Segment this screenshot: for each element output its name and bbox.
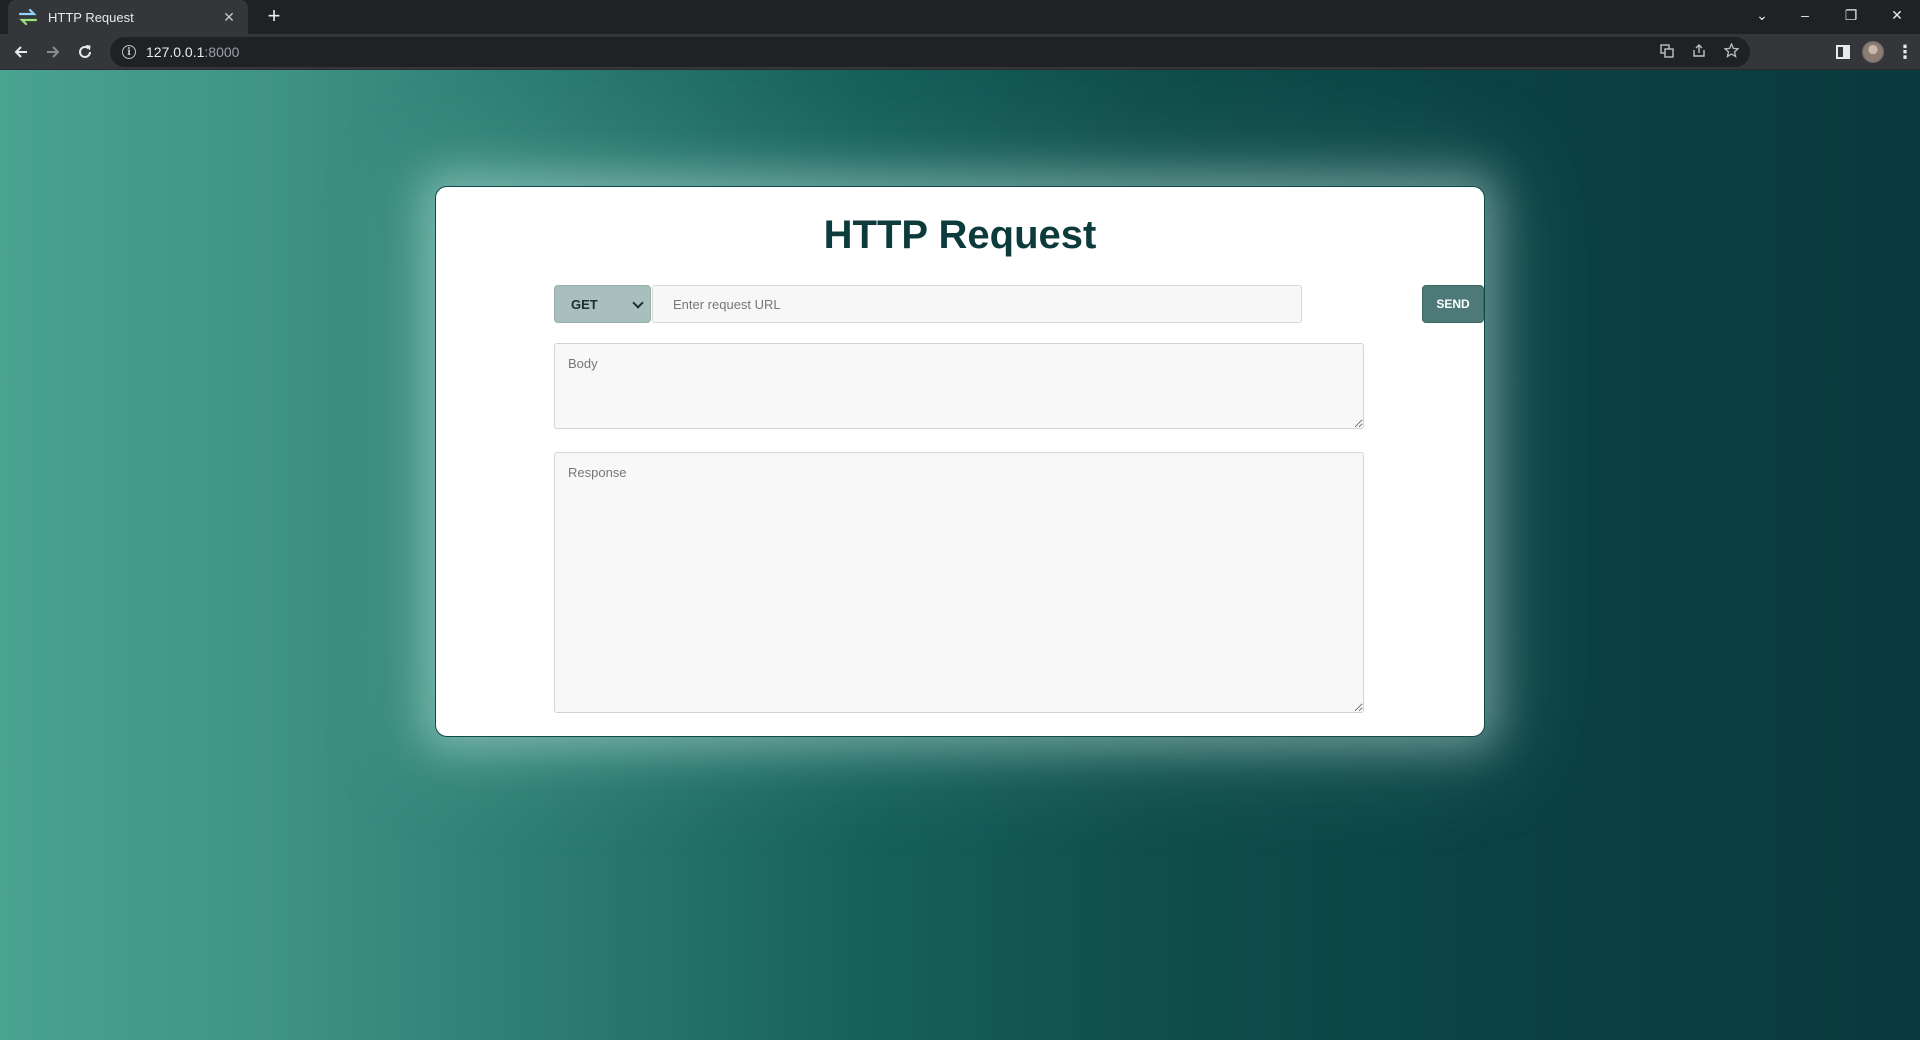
method-select[interactable]: GET — [554, 285, 651, 323]
profile-avatar[interactable] — [1862, 41, 1884, 63]
window-controls: ⌄ – ❐ ✕ — [1742, 0, 1920, 34]
request-url-input[interactable] — [652, 285, 1302, 323]
minimize-icon[interactable]: – — [1782, 0, 1828, 30]
reload-icon[interactable] — [71, 38, 99, 66]
browser-tab[interactable]: HTTP Request ✕ — [8, 0, 248, 34]
address-bar[interactable]: i 127.0.0.1:8000 — [110, 37, 1750, 67]
restore-icon[interactable]: ❐ — [1828, 0, 1874, 30]
request-row: GET SEND — [554, 285, 1484, 323]
method-selected-value: GET — [571, 296, 598, 312]
url-port: :8000 — [204, 44, 240, 60]
http-favicon-icon — [18, 9, 38, 25]
close-window-icon[interactable]: ✕ — [1874, 0, 1920, 30]
send-button[interactable]: SEND — [1422, 285, 1484, 323]
translate-icon[interactable] — [1658, 43, 1676, 61]
bookmark-star-icon[interactable] — [1722, 42, 1740, 61]
address-bar-actions — [1658, 37, 1750, 67]
http-request-card: HTTP Request GET SEND — [435, 186, 1485, 737]
toolbar-right: ⋮ — [1836, 38, 1914, 66]
forward-arrow-icon[interactable] — [39, 38, 67, 66]
more-menu-icon[interactable]: ⋮ — [1896, 42, 1914, 63]
chevron-down-icon — [632, 297, 644, 309]
response-textarea[interactable] — [554, 452, 1364, 713]
page-viewport: HTTP Request GET SEND — [0, 70, 1920, 1040]
url-host: 127.0.0.1 — [146, 44, 205, 60]
new-tab-button[interactable]: + — [262, 5, 286, 29]
tab-title: HTTP Request — [48, 9, 134, 25]
tab-search-icon[interactable]: ⌄ — [1742, 0, 1782, 30]
browser-tab-bar: HTTP Request ✕ + ⌄ – ❐ ✕ — [0, 0, 1920, 34]
page-title: HTTP Request — [823, 213, 1097, 257]
site-info-icon[interactable]: i — [122, 45, 136, 59]
browser-toolbar: i 127.0.0.1:8000 ⋮ — [0, 34, 1920, 70]
back-arrow-icon[interactable] — [7, 38, 35, 66]
share-icon[interactable] — [1690, 43, 1708, 61]
body-textarea[interactable] — [554, 343, 1364, 429]
tab-close-icon[interactable]: ✕ — [220, 9, 238, 26]
side-panel-icon[interactable] — [1836, 45, 1850, 59]
